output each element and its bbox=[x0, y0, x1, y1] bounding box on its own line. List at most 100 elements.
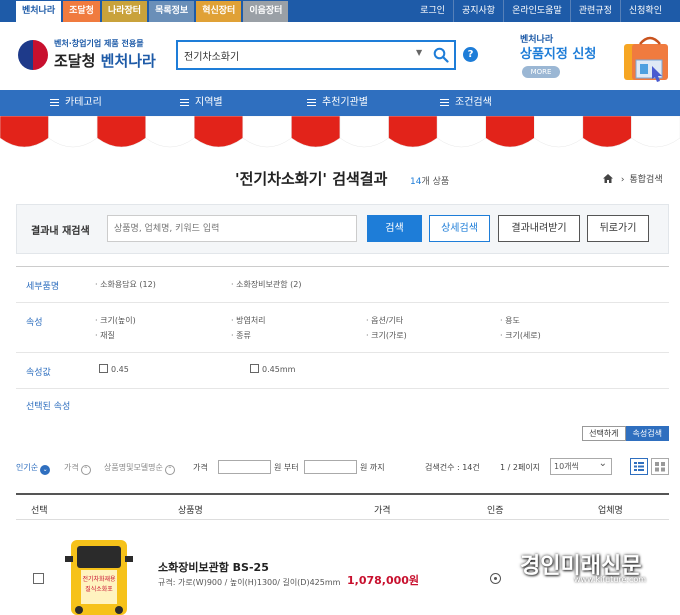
site-logo[interactable]: 벤처·창업기업 제품 전용몰 조달청 벤처나라 bbox=[18, 36, 163, 76]
list-view-icon bbox=[634, 462, 644, 471]
awning-decoration bbox=[0, 116, 680, 152]
certification-icon[interactable] bbox=[490, 573, 501, 584]
tab-venture-nara[interactable]: 벤처나라 bbox=[16, 1, 62, 22]
checkbox[interactable] bbox=[99, 364, 108, 373]
awning-stripe bbox=[631, 116, 680, 148]
refine-search-input[interactable] bbox=[107, 215, 357, 242]
total-count: 검색건수 : 14건 bbox=[425, 463, 480, 472]
facet-row-attribute: 속성 · 크기(높이) · 방염처리 · 옵션/기타 · 용도 · 재질 · 종… bbox=[16, 303, 669, 353]
main-nav: 카테고리 지역별 추천기관별 조건검색 bbox=[0, 90, 680, 116]
list-view-button[interactable] bbox=[630, 458, 648, 475]
nav-recommended-org-label: 추천기관별 bbox=[322, 97, 368, 108]
nav-recommended-org[interactable]: 추천기관별 bbox=[307, 90, 368, 116]
sort-price[interactable]: 가격 ⌃ bbox=[64, 462, 91, 475]
awning-stripe bbox=[48, 116, 98, 148]
awning-stripe bbox=[145, 116, 195, 148]
search-icon[interactable] bbox=[433, 47, 449, 63]
product-price: 1,078,000원 bbox=[347, 574, 420, 587]
facet-toggle-buttons: 선택하게 속성검색 bbox=[582, 426, 669, 441]
logo-title: 조달청 벤처나라 bbox=[54, 50, 156, 71]
facet-category-option[interactable]: · 소화용담요 (12) bbox=[95, 279, 156, 290]
col-vendor: 업체명 bbox=[598, 506, 623, 516]
price-max-input[interactable] bbox=[304, 460, 357, 474]
detail-search-button[interactable]: 상세검색 bbox=[429, 215, 490, 242]
attribute-search-button[interactable]: 속성검색 bbox=[625, 426, 669, 441]
facet-attribute-label: 속성 bbox=[26, 318, 43, 328]
tab-pps[interactable]: 조달청 bbox=[63, 1, 100, 22]
tab-innovation-market[interactable]: 혁신장터 bbox=[196, 1, 242, 22]
result-count: 14개 상품 bbox=[410, 174, 449, 187]
facet-attribute-option[interactable]: · 옵션/기타 bbox=[366, 315, 403, 326]
download-results-button[interactable]: 결과내려받기 bbox=[498, 215, 580, 242]
facet-attribute-option[interactable]: · 방염처리 bbox=[231, 315, 266, 326]
facet-value-option[interactable]: 0.45mm bbox=[250, 364, 295, 374]
select-close-button[interactable]: 선택하게 bbox=[582, 426, 626, 441]
awning-stripe bbox=[485, 116, 535, 148]
application-check-link[interactable]: 신청확인 bbox=[619, 0, 670, 22]
price-to-label: 원 까지 bbox=[360, 463, 385, 472]
chevron-down-icon: ⌄ bbox=[40, 465, 51, 475]
facet-row-selected: 선택된 속성 bbox=[16, 389, 669, 419]
chevron-up-icon: ⌃ bbox=[80, 465, 91, 475]
chevron-up-icon: ⌃ bbox=[164, 465, 175, 475]
nav-region[interactable]: 지역별 bbox=[180, 90, 223, 116]
col-select: 선택 bbox=[31, 506, 48, 516]
tab-nara-market[interactable]: 나라장터 bbox=[101, 1, 148, 22]
facet-attribute-option[interactable]: · 크기(가로) bbox=[366, 330, 407, 341]
row-checkbox[interactable] bbox=[33, 573, 44, 584]
price-min-input[interactable] bbox=[218, 460, 271, 474]
price-from-label: 원 부터 bbox=[274, 463, 299, 472]
facet-value-option[interactable]: 0.45 bbox=[99, 364, 129, 374]
sort-name[interactable]: 상품명및모델명순 ⌃ bbox=[104, 462, 175, 475]
back-button[interactable]: 뒤로가기 bbox=[587, 215, 649, 242]
facet-attribute-option[interactable]: · 크기(높이) bbox=[95, 315, 136, 326]
main-search-box: ▼ bbox=[176, 40, 456, 70]
sort-popular[interactable]: 인기순 ⌄ bbox=[16, 462, 51, 475]
chevron-right-icon: › bbox=[620, 175, 625, 185]
result-count-unit: 개 상품 bbox=[421, 177, 450, 187]
home-icon[interactable] bbox=[603, 174, 613, 183]
tab-ieum-market[interactable]: 이음장터 bbox=[243, 1, 289, 22]
facet-attribute-option[interactable]: · 용도 bbox=[500, 315, 520, 326]
facet-attribute-option[interactable]: · 재질 bbox=[95, 330, 115, 341]
col-product-name: 상품명 bbox=[178, 506, 203, 516]
refine-search-button[interactable]: 검색 bbox=[367, 215, 422, 242]
logo-title-pps: 조달청 bbox=[54, 52, 96, 70]
refine-search-panel: 결과내 재검색 검색 상세검색 결과내려받기 뒤로가기 bbox=[16, 204, 669, 254]
notice-link[interactable]: 공지사항 bbox=[452, 0, 503, 22]
login-link[interactable]: 로그인 bbox=[412, 0, 453, 22]
nav-region-label: 지역별 bbox=[195, 97, 223, 108]
awning-stripe bbox=[388, 116, 438, 148]
product-name-link[interactable]: 소화장비보관함 BS-25 bbox=[158, 559, 269, 575]
top-bar: 벤처나라 조달청 나라장터 목록정보 혁신장터 이음장터 로그인 공지사항 온라… bbox=[0, 0, 680, 22]
facet-category-option[interactable]: · 소화장비보관함 (2) bbox=[231, 279, 302, 290]
main-search-input[interactable] bbox=[184, 47, 409, 64]
regulations-link[interactable]: 관련규정 bbox=[569, 0, 620, 22]
facet-attribute-option[interactable]: · 종류 bbox=[231, 330, 251, 341]
product-image-text: 질식소화포 bbox=[85, 585, 113, 593]
breadcrumb-current[interactable]: 통합검색 bbox=[629, 175, 662, 185]
product-image[interactable]: 전기차화재용 질식소화포 bbox=[65, 534, 133, 615]
promo-banner[interactable]: 벤처나라 상품지정 신청 MORE bbox=[520, 32, 670, 87]
tab-catalog[interactable]: 목록정보 bbox=[149, 1, 195, 22]
menu-icon bbox=[440, 99, 449, 106]
help-icon[interactable]: ? bbox=[463, 47, 478, 62]
search-dropdown-icon[interactable]: ▼ bbox=[416, 48, 422, 57]
price-range-label: 가격 bbox=[193, 463, 208, 472]
promo-more-button[interactable]: MORE bbox=[522, 66, 560, 78]
grid-view-button[interactable] bbox=[651, 458, 669, 475]
awning-stripe bbox=[0, 116, 49, 148]
online-help-link[interactable]: 온라인도움말 bbox=[503, 0, 570, 22]
nav-conditional-search[interactable]: 조건검색 bbox=[440, 90, 492, 116]
site-tabs: 벤처나라 조달청 나라장터 목록정보 혁신장터 이음장터 bbox=[16, 1, 289, 22]
per-page-select[interactable]: 10개씩 bbox=[550, 456, 612, 475]
watermark-url: www.kifuture.com bbox=[574, 575, 647, 584]
results-table-header: 선택 상품명 가격 인증 업체명 bbox=[16, 493, 669, 520]
logo-subtitle: 벤처·창업기업 제품 전용몰 bbox=[54, 39, 144, 48]
facet-category-label: 세부품명 bbox=[26, 282, 60, 292]
checkbox[interactable] bbox=[250, 364, 259, 373]
nav-category[interactable]: 카테고리 bbox=[50, 90, 102, 116]
col-certification: 인증 bbox=[487, 506, 504, 516]
facet-row-category: 세부품명 · 소화용담요 (12) · 소화장비보관함 (2) bbox=[16, 267, 669, 303]
facet-attribute-option[interactable]: · 크기(세로) bbox=[500, 330, 541, 341]
